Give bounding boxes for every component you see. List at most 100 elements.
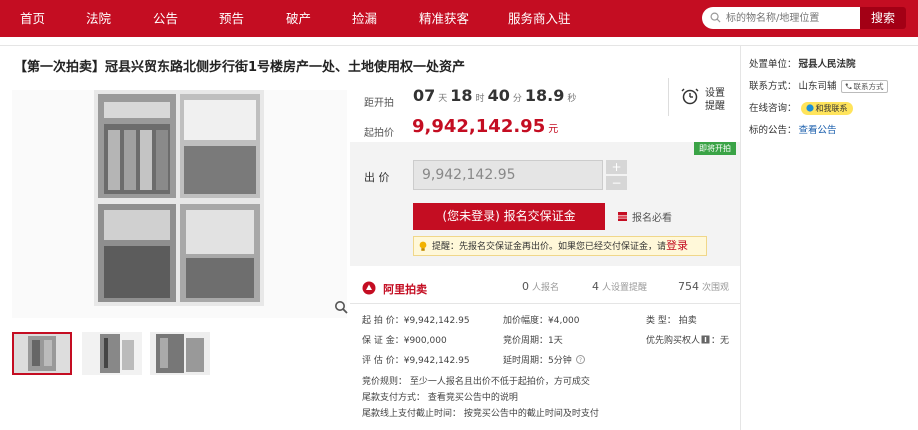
seconds-unit: 秒 [567, 94, 577, 104]
top-nav-bar: 首页 法院 公告 预告 破产 捡漏 精准获客 服务商入驻 搜索 [0, 0, 918, 37]
disposal-unit-label: 处置单位： [749, 59, 797, 70]
svg-text:?: ? [579, 357, 582, 364]
detail-payment-deadline: 尾款线上支付截止时间： 按竞买公告中的截止时间及时支付 [362, 409, 599, 419]
phone-icon [845, 83, 852, 90]
notice-label: 标的公告： [749, 125, 797, 136]
auction-notice: 标的公告： 查看公告 [749, 122, 837, 136]
countdown-seconds: 18.9 [524, 86, 565, 105]
nav-item-bankruptcy[interactable]: 破产 [286, 0, 311, 37]
view-count-label: 次围观 [702, 283, 730, 293]
nav-item-customer[interactable]: 精准获客 [419, 0, 469, 37]
auction-title: 【第一次拍卖】冠县兴贸东路北侧步行街1号楼房产一处、土地使用权一处资产 [14, 60, 466, 75]
property-photo-graphic [94, 90, 264, 306]
contact-label: 联系方式： [749, 81, 797, 92]
thumbnail-graphic [14, 334, 70, 373]
minutes-unit: 分 [512, 94, 522, 104]
document-stack-icon [618, 212, 627, 221]
start-price-label: 起拍价 [364, 128, 394, 139]
reminder-count-value: 4 [592, 280, 599, 293]
tip-login-link[interactable]: 登录 [666, 239, 688, 252]
contact-button[interactable]: 联系方式 [840, 80, 888, 93]
detail-priority-label: 优先购买权人 [646, 336, 701, 346]
set-reminder-button[interactable]: 设置 提醒 [668, 78, 728, 116]
consult-label: 在线咨询： [749, 103, 797, 114]
bid-amount-input[interactable]: 9,942,142.95 [413, 160, 603, 190]
detail-start-price: 起 拍 价：¥9,942,142.95 [362, 316, 470, 326]
detail-valuation: 评 估 价：¥9,942,142.95 [362, 356, 470, 366]
contact-button-label: 联系方式 [853, 82, 884, 91]
detail-payment-method: 尾款支付方式： 查看竞买公告中的说明 [362, 393, 518, 403]
property-photo[interactable] [94, 90, 264, 306]
help-icon[interactable]: ? [575, 355, 585, 364]
alarm-clock-icon [681, 88, 699, 105]
start-price-value: 9,942,142.95 [412, 116, 546, 137]
contact-value: 山东司辅 [798, 81, 837, 92]
thumbnail-graphic [150, 332, 210, 375]
auction-stats-bar: 阿里拍卖 0 人报名 4 人设置提醒 754 次围观 [350, 270, 740, 304]
signup-count: 0 人报名 [522, 280, 559, 293]
detail-increment: 加价幅度：¥4,000 [503, 316, 580, 326]
search-box [702, 7, 860, 29]
stepper-plus-button[interactable]: + [606, 160, 627, 174]
court-info-sidebar: 处置单位： 冠县人民法院 联系方式： 山东司辅 联系方式 在线咨询： 和我联系 标的公告… [740, 46, 918, 430]
detail-extension: 延时周期：5分钟? [503, 353, 585, 366]
hours-unit: 时 [475, 94, 485, 104]
search-button[interactable]: 搜索 [860, 7, 906, 29]
disposal-unit-value[interactable]: 冠县人民法院 [799, 59, 856, 70]
register-deposit-button[interactable]: (您未登录) 报名交保证金 [413, 203, 605, 230]
ali-auction-logo-text: 阿里拍卖 [383, 283, 428, 296]
thumbnail-3[interactable] [150, 332, 210, 375]
bid-stepper: + − [606, 160, 627, 190]
days-unit: 天 [438, 94, 448, 104]
login-tip: 提醒：先报名交保证金再出价。如果您已经交付保证金，请登录 [413, 236, 707, 256]
start-price: 9,942,142.95 元 [412, 116, 558, 137]
lightbulb-icon [419, 241, 427, 251]
reminder-count: 4 人设置提醒 [592, 280, 647, 293]
must-read-link[interactable]: 报名必看 [617, 209, 672, 224]
nav-item-notice[interactable]: 公告 [153, 0, 178, 37]
info-icon[interactable] [701, 335, 710, 344]
chat-button-label: 和我联系 [815, 104, 848, 113]
detail-extension-text: 延时周期：5分钟 [503, 356, 572, 366]
detail-deposit: 保 证 金：¥900,000 [362, 336, 447, 346]
nav-item-provider[interactable]: 服务商入驻 [508, 0, 571, 37]
chat-button[interactable]: 和我联系 [800, 102, 853, 115]
search-icon [710, 12, 721, 23]
signup-count-value: 0 [522, 280, 529, 293]
detail-type: 类 型： 拍卖 [646, 316, 697, 326]
bid-label: 出 价 [364, 171, 390, 184]
nav-item-bargain[interactable]: 捡漏 [352, 0, 377, 37]
thumbnail-graphic [82, 332, 142, 375]
reminder-count-label: 人设置提醒 [602, 283, 648, 293]
detail-priority-value: ：无 [711, 336, 730, 346]
nav-item-preview[interactable]: 预告 [219, 0, 244, 37]
currency-label: 元 [548, 124, 559, 135]
view-count-value: 754 [678, 280, 699, 293]
thumbnail-1[interactable] [12, 332, 72, 375]
nav-item-home[interactable]: 首页 [20, 0, 45, 37]
chat-icon [805, 104, 814, 112]
stepper-minus-button[interactable]: − [606, 176, 627, 190]
search-input[interactable] [726, 10, 856, 26]
must-read-label: 报名必看 [632, 213, 672, 224]
ali-auction-logo: 阿里拍卖 [362, 278, 427, 297]
contact-info: 联系方式： 山东司辅 联系方式 [749, 78, 888, 93]
view-notice-link[interactable]: 查看公告 [799, 125, 837, 136]
reminder-label-2: 提醒 [705, 101, 725, 112]
zoom-icon[interactable] [334, 300, 348, 314]
tip-prefix: 提醒： [432, 242, 460, 252]
countdown-minutes: 40 [487, 86, 510, 105]
ali-auction-logo-icon [362, 281, 376, 295]
thumbnail-2[interactable] [82, 332, 142, 375]
disposal-unit: 处置单位： 冠县人民法院 [749, 56, 856, 70]
signup-count-label: 人报名 [532, 283, 560, 293]
countdown-label: 距开拍 [364, 98, 394, 109]
detail-priority: 优先购买权人 ：无 [646, 333, 729, 346]
countdown-hours: 18 [450, 86, 473, 105]
online-consult: 在线咨询： 和我联系 [749, 100, 853, 115]
detail-rule: 竞价规则： 至少一人报名且出价不低于起拍价，方可成交 [362, 377, 590, 387]
countdown-timer: 07 天 18 时 40 分 18.9 秒 [413, 86, 579, 105]
view-count: 754 次围观 [678, 280, 729, 293]
countdown-days: 07 [413, 86, 436, 105]
nav-item-court[interactable]: 法院 [86, 0, 111, 37]
